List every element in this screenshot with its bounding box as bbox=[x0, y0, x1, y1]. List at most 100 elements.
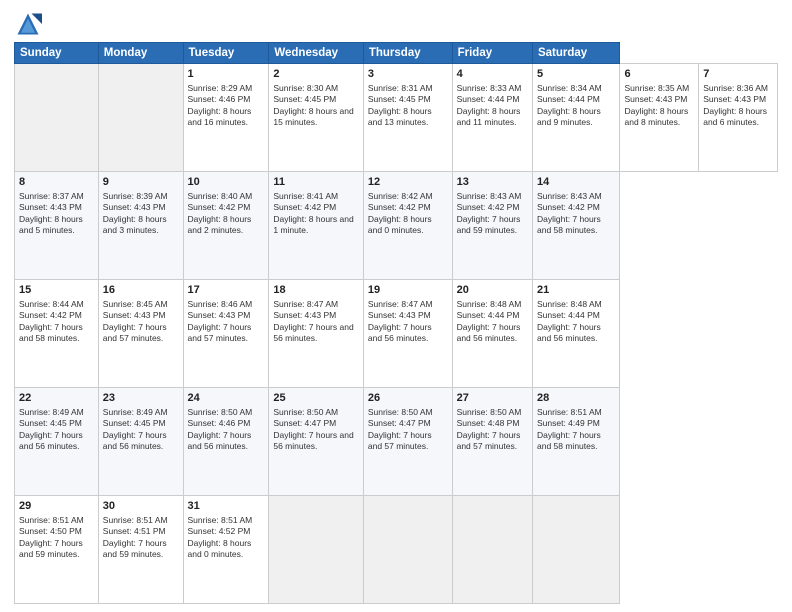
daylight-label: Daylight: 8 hours and 3 minutes. bbox=[103, 214, 167, 235]
sunset-label: Sunset: 4:52 PM bbox=[188, 526, 251, 536]
calendar-cell bbox=[269, 496, 364, 604]
day-number: 14 bbox=[537, 175, 616, 190]
calendar-cell: 22Sunrise: 8:49 AMSunset: 4:45 PMDayligh… bbox=[15, 388, 99, 496]
daylight-label: Daylight: 8 hours and 8 minutes. bbox=[624, 106, 688, 127]
daylight-label: Daylight: 7 hours and 58 minutes. bbox=[537, 214, 601, 235]
sunrise-label: Sunrise: 8:51 AM bbox=[537, 407, 602, 417]
sunrise-label: Sunrise: 8:48 AM bbox=[537, 299, 602, 309]
calendar-cell bbox=[15, 64, 99, 172]
calendar-cell: 27Sunrise: 8:50 AMSunset: 4:48 PM Dayligh… bbox=[452, 388, 532, 496]
daylight-label: Daylight: 7 hours and 56 minutes. bbox=[457, 322, 521, 343]
sunset-label: Sunset: 4:49 PM bbox=[537, 418, 600, 428]
day-number: 2 bbox=[273, 67, 359, 82]
calendar-cell: 25Sunrise: 8:50 AMSunset: 4:47 PM Dayligh… bbox=[269, 388, 364, 496]
daylight-label: Daylight: 7 hours and 58 minutes. bbox=[537, 430, 601, 451]
sunset-label: Sunset: 4:42 PM bbox=[188, 202, 251, 212]
calendar-week-3: 15Sunrise: 8:44 AMSunset: 4:42 PMDayligh… bbox=[15, 280, 778, 388]
daylight-label: Daylight: 7 hours and 56 minutes. bbox=[368, 322, 432, 343]
calendar-cell: 13Sunrise: 8:43 AMSunset: 4:42 PMDayligh… bbox=[452, 172, 532, 280]
daylight-label: Daylight: 7 hours and 56 minutes. bbox=[19, 430, 83, 451]
calendar-cell: 28Sunrise: 8:51 AMSunset: 4:49 PMDayligh… bbox=[532, 388, 620, 496]
sunset-label: Sunset: 4:43 PM bbox=[624, 94, 687, 104]
day-number: 22 bbox=[19, 391, 94, 406]
sunrise-label: Sunrise: 8:34 AM bbox=[537, 83, 602, 93]
daylight-label: Daylight: 8 hours and 9 minutes. bbox=[537, 106, 601, 127]
sunset-label: Sunset: 4:43 PM bbox=[188, 310, 251, 320]
sunset-label: Sunset: 4:51 PM bbox=[103, 526, 166, 536]
sunrise-label: Sunrise: 8:50 AM bbox=[368, 407, 433, 417]
day-number: 13 bbox=[457, 175, 528, 190]
daylight-label: Daylight: 7 hours and 56 minutes. bbox=[273, 430, 353, 451]
sunrise-label: Sunrise: 8:51 AM bbox=[188, 515, 253, 525]
daylight-label: Daylight: 7 hours and 59 minutes. bbox=[19, 538, 83, 559]
calendar-cell: 29Sunrise: 8:51 AMSunset: 4:50 PMDayligh… bbox=[15, 496, 99, 604]
calendar-cell: 10Sunrise: 8:40 AMSunset: 4:42 PMDayligh… bbox=[183, 172, 269, 280]
day-number: 4 bbox=[457, 67, 528, 82]
day-number: 8 bbox=[19, 175, 94, 190]
daylight-label: Daylight: 7 hours and 56 minutes. bbox=[188, 430, 252, 451]
day-number: 30 bbox=[103, 499, 179, 514]
calendar-table: SundayMondayTuesdayWednesdayThursdayFrid… bbox=[14, 42, 778, 604]
calendar-cell: 18Sunrise: 8:47 AMSunset: 4:43 PMDayligh… bbox=[269, 280, 364, 388]
col-header-wednesday: Wednesday bbox=[269, 43, 364, 64]
calendar-cell: 5Sunrise: 8:34 AMSunset: 4:44 PMDaylight… bbox=[532, 64, 620, 172]
calendar-cell: 21Sunrise: 8:48 AMSunset: 4:44 PMDayligh… bbox=[532, 280, 620, 388]
sunrise-label: Sunrise: 8:41 AM bbox=[273, 191, 338, 201]
sunset-label: Sunset: 4:43 PM bbox=[103, 202, 166, 212]
sunset-label: Sunset: 4:43 PM bbox=[703, 94, 766, 104]
sunrise-label: Sunrise: 8:48 AM bbox=[457, 299, 522, 309]
sunset-label: Sunset: 4:42 PM bbox=[19, 310, 82, 320]
day-number: 23 bbox=[103, 391, 179, 406]
sunset-label: Sunset: 4:44 PM bbox=[537, 310, 600, 320]
daylight-label: Daylight: 8 hours and 15 minutes. bbox=[273, 106, 353, 127]
daylight-label: Daylight: 8 hours and 5 minutes. bbox=[19, 214, 83, 235]
sunrise-label: Sunrise: 8:50 AM bbox=[188, 407, 253, 417]
calendar-cell: 12Sunrise: 8:42 AMSunset: 4:42 PMDayligh… bbox=[363, 172, 452, 280]
sunset-label: Sunset: 4:45 PM bbox=[368, 94, 431, 104]
sunrise-label: Sunrise: 8:47 AM bbox=[368, 299, 433, 309]
daylight-label: Daylight: 7 hours and 57 minutes. bbox=[188, 322, 252, 343]
sunrise-label: Sunrise: 8:50 AM bbox=[273, 407, 338, 417]
day-number: 11 bbox=[273, 175, 359, 190]
sunrise-label: Sunrise: 8:43 AM bbox=[537, 191, 602, 201]
sunset-label: Sunset: 4:46 PM bbox=[188, 418, 251, 428]
col-header-monday: Monday bbox=[98, 43, 183, 64]
daylight-label: Daylight: 8 hours and 1 minute. bbox=[273, 214, 353, 235]
sunset-label: Sunset: 4:48 PM bbox=[457, 418, 520, 428]
day-number: 9 bbox=[103, 175, 179, 190]
sunrise-label: Sunrise: 8:35 AM bbox=[624, 83, 689, 93]
sunset-label: Sunset: 4:47 PM bbox=[273, 418, 336, 428]
calendar-cell: 24Sunrise: 8:50 AMSunset: 4:46 PMDayligh… bbox=[183, 388, 269, 496]
calendar-week-4: 22Sunrise: 8:49 AMSunset: 4:45 PMDayligh… bbox=[15, 388, 778, 496]
calendar-cell: 26Sunrise: 8:50 AMSunset: 4:47 PMDayligh… bbox=[363, 388, 452, 496]
sunrise-label: Sunrise: 8:50 AM bbox=[457, 407, 522, 417]
page: SundayMondayTuesdayWednesdayThursdayFrid… bbox=[0, 0, 792, 612]
sunset-label: Sunset: 4:43 PM bbox=[103, 310, 166, 320]
sunset-label: Sunset: 4:44 PM bbox=[457, 310, 520, 320]
day-number: 19 bbox=[368, 283, 448, 298]
calendar-cell: 17Sunrise: 8:46 AMSunset: 4:43 PM Dayligh… bbox=[183, 280, 269, 388]
day-number: 17 bbox=[188, 283, 265, 298]
sunrise-label: Sunrise: 8:37 AM bbox=[19, 191, 84, 201]
calendar-cell: 1Sunrise: 8:29 AMSunset: 4:46 PMDaylight… bbox=[183, 64, 269, 172]
calendar-cell: 9Sunrise: 8:39 AMSunset: 4:43 PMDaylight… bbox=[98, 172, 183, 280]
logo-icon bbox=[14, 10, 42, 38]
sunset-label: Sunset: 4:44 PM bbox=[457, 94, 520, 104]
col-header-tuesday: Tuesday bbox=[183, 43, 269, 64]
calendar-cell: 14Sunrise: 8:43 AMSunset: 4:42 PMDayligh… bbox=[532, 172, 620, 280]
calendar-header-row: SundayMondayTuesdayWednesdayThursdayFrid… bbox=[15, 43, 778, 64]
sunrise-label: Sunrise: 8:47 AM bbox=[273, 299, 338, 309]
day-number: 15 bbox=[19, 283, 94, 298]
day-number: 27 bbox=[457, 391, 528, 406]
daylight-label: Daylight: 8 hours and 0 minutes. bbox=[188, 538, 252, 559]
daylight-label: Daylight: 7 hours and 57 minutes. bbox=[457, 430, 521, 451]
calendar-week-2: 8Sunrise: 8:37 AM Sunset: 4:43 PM Daylight… bbox=[15, 172, 778, 280]
sunrise-label: Sunrise: 8:46 AM bbox=[188, 299, 253, 309]
calendar-cell: 23Sunrise: 8:49 AMSunset: 4:45 PMDayligh… bbox=[98, 388, 183, 496]
day-number: 29 bbox=[19, 499, 94, 514]
sunset-label: Sunset: 4:45 PM bbox=[19, 418, 82, 428]
calendar-week-1: 1Sunrise: 8:29 AMSunset: 4:46 PMDaylight… bbox=[15, 64, 778, 172]
logo bbox=[14, 10, 46, 38]
calendar-cell: 4Sunrise: 8:33 AMSunset: 4:44 PMDaylight… bbox=[452, 64, 532, 172]
day-number: 25 bbox=[273, 391, 359, 406]
